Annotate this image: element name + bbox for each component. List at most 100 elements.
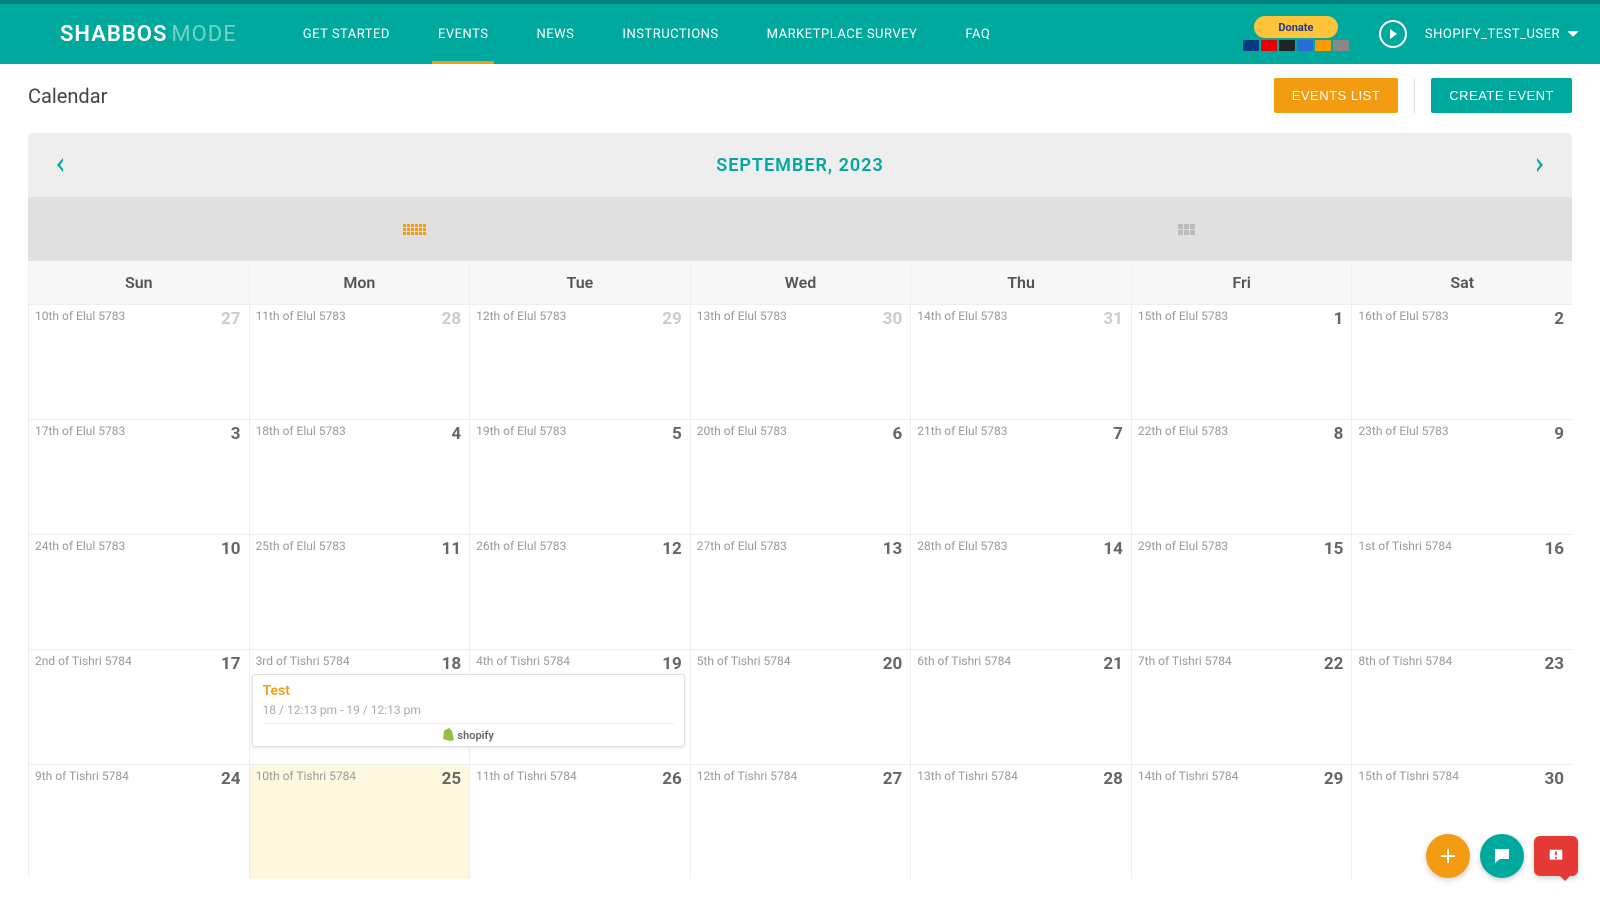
day-number: 1	[1334, 309, 1344, 329]
day-number: 23	[1544, 654, 1564, 674]
calendar-cell[interactable]: 22th of Elul 57838	[1131, 419, 1352, 534]
day-number: 7	[1113, 424, 1123, 444]
event-footer: shopify	[263, 723, 674, 742]
calendar-cell[interactable]: 24th of Elul 578310	[28, 534, 249, 649]
calendar-cell[interactable]: 14th of Elul 578331	[910, 304, 1131, 419]
chevron-right-icon	[1535, 158, 1545, 172]
hebrew-date: 28th of Elul 5783	[917, 539, 1125, 553]
grid-month-icon	[403, 224, 426, 235]
calendar-cell[interactable]: 6th of Tishri 578421	[910, 649, 1131, 764]
hebrew-date: 2nd of Tishri 5784	[35, 654, 243, 668]
dow-header: Tue	[469, 261, 690, 304]
calendar-cell[interactable]: 1st of Tishri 578416	[1351, 534, 1572, 649]
page-head: Calendar EVENTS LIST CREATE EVENT	[28, 78, 1572, 113]
donate-widget[interactable]: Donate	[1231, 16, 1361, 52]
calendar-title: SEPTEMBER, 2023	[76, 155, 1524, 176]
calendar-cell[interactable]: 13th of Tishri 578428	[910, 764, 1131, 879]
payment-cards	[1243, 40, 1349, 51]
day-number: 16	[1544, 539, 1564, 559]
chat-icon	[1492, 846, 1512, 866]
prev-month-button[interactable]	[44, 149, 76, 181]
calendar-cell[interactable]: 14th of Tishri 578429	[1131, 764, 1352, 879]
calendar-cell[interactable]: 16th of Elul 57832	[1351, 304, 1572, 419]
next-month-button[interactable]	[1524, 149, 1556, 181]
hebrew-date: 10th of Elul 5783	[35, 309, 243, 323]
calendar-cell[interactable]: 28th of Elul 578314	[910, 534, 1131, 649]
day-number: 21	[1103, 654, 1123, 674]
donate-button[interactable]: Donate	[1254, 16, 1338, 38]
calendar-cell[interactable]: 25th of Elul 578311	[249, 534, 470, 649]
hebrew-date: 14th of Tishri 5784	[1138, 769, 1346, 783]
day-number: 3	[231, 424, 241, 444]
hebrew-date: 12th of Tishri 5784	[697, 769, 905, 783]
nav-item-news[interactable]: NEWS	[530, 7, 580, 62]
day-number: 14	[1103, 539, 1123, 559]
brand-sub: MODE	[171, 22, 236, 47]
day-number: 11	[442, 539, 462, 559]
calendar-cell[interactable]: 21th of Elul 57837	[910, 419, 1131, 534]
calendar-cell[interactable]: 26th of Elul 578312	[469, 534, 690, 649]
month-view-toggle[interactable]	[28, 197, 800, 261]
calendar-cell[interactable]: 29th of Elul 578315	[1131, 534, 1352, 649]
calendar-cell[interactable]: 15th of Elul 57831	[1131, 304, 1352, 419]
nav-item-marketplace-survey[interactable]: MARKETPLACE SURVEY	[761, 7, 924, 62]
day-number: 2	[1554, 309, 1564, 329]
events-list-button[interactable]: EVENTS LIST	[1274, 78, 1399, 113]
nav-item-get-started[interactable]: GET STARTED	[297, 7, 396, 62]
calendar-cell[interactable]: 3rd of Tishri 578418Test18 / 12:13 pm - …	[249, 649, 470, 764]
calendar-cell[interactable]: 8th of Tishri 578423	[1351, 649, 1572, 764]
hebrew-date: 10th of Tishri 5784	[256, 769, 464, 783]
day-number: 25	[442, 769, 462, 789]
day-number: 26	[662, 769, 682, 789]
feedback-fab[interactable]	[1534, 836, 1578, 876]
hebrew-date: 15th of Tishri 5784	[1358, 769, 1566, 783]
play-icon[interactable]	[1379, 20, 1407, 48]
hebrew-date: 16th of Elul 5783	[1358, 309, 1566, 323]
create-event-button[interactable]: CREATE EVENT	[1431, 78, 1572, 113]
user-menu[interactable]: SHOPIFY_TEST_USER	[1425, 27, 1580, 42]
brand: SHABBOSMODE	[60, 22, 237, 47]
calendar-cell[interactable]: 17th of Elul 57833	[28, 419, 249, 534]
day-number: 10	[221, 539, 241, 559]
shopify-badge: shopify	[442, 728, 493, 742]
calendar-cell[interactable]: 10th of Elul 578327	[28, 304, 249, 419]
nav-item-events[interactable]: EVENTS	[432, 7, 495, 62]
calendar-cell[interactable]: 11th of Elul 578328	[249, 304, 470, 419]
calendar-cell[interactable]: 20th of Elul 57836	[690, 419, 911, 534]
page-title: Calendar	[28, 84, 107, 108]
day-number: 28	[442, 309, 462, 329]
grid-week-icon	[1178, 224, 1195, 235]
hebrew-date: 22th of Elul 5783	[1138, 424, 1346, 438]
calendar-cell[interactable]: 13th of Elul 578330	[690, 304, 911, 419]
hebrew-date: 27th of Elul 5783	[697, 539, 905, 553]
plus-icon	[1438, 846, 1458, 866]
day-number: 27	[883, 769, 903, 789]
calendar-cell[interactable]: 2nd of Tishri 578417	[28, 649, 249, 764]
day-number: 13	[883, 539, 903, 559]
calendar-cell[interactable]: 7th of Tishri 578422	[1131, 649, 1352, 764]
calendar-cell[interactable]: 18th of Elul 57834	[249, 419, 470, 534]
nav-item-faq[interactable]: FAQ	[959, 7, 996, 62]
nav-item-instructions[interactable]: INSTRUCTIONS	[616, 7, 724, 62]
hebrew-date: 11th of Tishri 5784	[476, 769, 684, 783]
calendar-cell[interactable]: 5th of Tishri 578420	[690, 649, 911, 764]
hebrew-date: 5th of Tishri 5784	[697, 654, 905, 668]
chat-fab[interactable]	[1480, 834, 1524, 878]
card-icon	[1279, 40, 1295, 51]
day-number: 4	[451, 424, 461, 444]
calendar-cell[interactable]: 10th of Tishri 578425	[249, 764, 470, 879]
calendar-cell[interactable]: 11th of Tishri 578426	[469, 764, 690, 879]
calendar-cell[interactable]: 12th of Elul 578329	[469, 304, 690, 419]
event-card[interactable]: Test18 / 12:13 pm - 19 / 12:13 pmshopify	[252, 674, 685, 747]
card-icon	[1333, 40, 1349, 51]
calendar-cell[interactable]: 27th of Elul 578313	[690, 534, 911, 649]
calendar-cell[interactable]: 9th of Tishri 578424	[28, 764, 249, 879]
floating-actions	[1426, 834, 1578, 878]
hebrew-date: 15th of Elul 5783	[1138, 309, 1346, 323]
calendar-cell[interactable]: 12th of Tishri 578427	[690, 764, 911, 879]
week-view-toggle[interactable]	[800, 197, 1572, 261]
add-fab[interactable]	[1426, 834, 1470, 878]
day-number: 29	[1324, 769, 1344, 789]
calendar-cell[interactable]: 19th of Elul 57835	[469, 419, 690, 534]
calendar-cell[interactable]: 23th of Elul 57839	[1351, 419, 1572, 534]
